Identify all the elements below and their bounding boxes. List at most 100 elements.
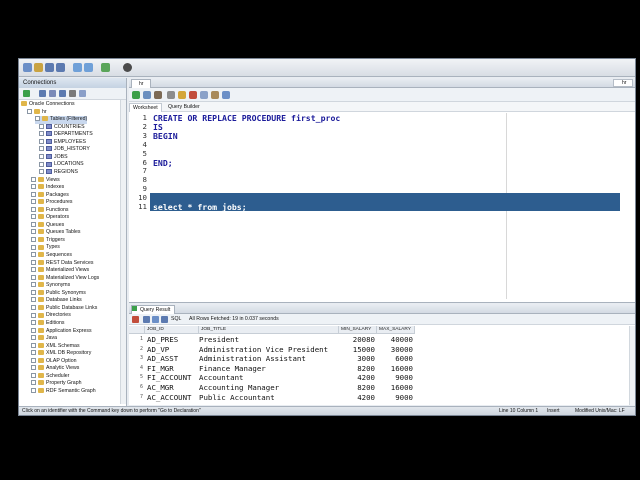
tree-item[interactable]: Public Database Links xyxy=(31,305,97,313)
open-icon[interactable] xyxy=(34,63,43,72)
expand-toggle-icon[interactable] xyxy=(35,116,40,122)
expand-toggle-icon[interactable] xyxy=(31,237,36,243)
table-row[interactable]: 5 FI_ACCOUNT Accountant 4200 9000 xyxy=(129,373,629,382)
expand-toggle-icon[interactable] xyxy=(31,350,36,356)
tree-item[interactable]: Procedures xyxy=(31,199,73,207)
expand-toggle-icon[interactable] xyxy=(31,206,36,212)
expand-toggle-icon[interactable] xyxy=(31,297,36,303)
print-icon[interactable] xyxy=(143,316,150,323)
code-line[interactable]: END; xyxy=(153,158,173,168)
column-header-job-title[interactable]: JOB_TITLE xyxy=(199,326,339,334)
table-row[interactable]: 2 AD_VP Administration Vice President 15000… xyxy=(129,345,629,354)
history-icon[interactable] xyxy=(222,91,230,99)
tree-item[interactable]: DEPARTMENTS xyxy=(39,131,93,139)
tree-item[interactable]: REGIONS xyxy=(39,169,78,177)
tree-item[interactable]: Types xyxy=(31,244,60,252)
tree-item[interactable]: XML DB Repository xyxy=(31,350,91,358)
expand-toggle-icon[interactable] xyxy=(31,252,36,258)
tree-item[interactable]: Analytic Views xyxy=(31,365,79,373)
explain-plan-icon[interactable] xyxy=(167,91,175,99)
tree-item[interactable]: XML Schemas xyxy=(31,343,80,351)
table-row[interactable]: 6 AC_MGR Accounting Manager 8200 16000 xyxy=(129,383,629,392)
tree-item[interactable]: Sequences xyxy=(31,252,72,260)
rollback-icon[interactable] xyxy=(189,91,197,99)
tab-worksheet[interactable]: Worksheet xyxy=(129,103,162,112)
connections-scrollbar[interactable] xyxy=(120,100,126,404)
tree-item[interactable]: Database Links xyxy=(31,297,82,305)
expand-toggle-icon[interactable] xyxy=(31,304,36,310)
schema-icon[interactable] xyxy=(49,90,56,97)
back-icon[interactable] xyxy=(73,63,82,72)
expand-toggle-icon[interactable] xyxy=(31,199,36,205)
tree-item[interactable]: Tables (Filtered) xyxy=(35,116,88,124)
expand-toggle-icon[interactable] xyxy=(31,191,36,197)
run-icon[interactable] xyxy=(101,63,110,72)
tree-item[interactable]: Synonyms xyxy=(31,282,70,290)
column-header-job-id[interactable]: JOB_ID xyxy=(145,326,199,334)
expand-toggle-icon[interactable] xyxy=(39,123,44,129)
tree-item[interactable]: hr xyxy=(27,109,47,117)
code-area[interactable]: 1 2 3 4 5 6 7 8 9 10 11 CREATE OR REPLACE PROCEDUR… xyxy=(129,113,635,299)
pin-icon[interactable] xyxy=(132,316,139,323)
expand-toggle-icon[interactable] xyxy=(31,274,36,280)
tree-item[interactable]: Public Synonyms xyxy=(31,290,86,298)
tree-item[interactable]: COUNTRIES xyxy=(39,124,85,132)
expand-toggle-icon[interactable] xyxy=(31,289,36,295)
add-connection-icon[interactable] xyxy=(23,90,30,97)
autotrace-icon[interactable] xyxy=(154,91,162,99)
expand-toggle-icon[interactable] xyxy=(39,169,44,175)
result-scrollbar[interactable] xyxy=(629,326,635,405)
expand-toggle-icon[interactable] xyxy=(31,244,36,250)
table-row[interactable]: 1 AD_PRES President 20080 40000 xyxy=(129,335,629,344)
expand-toggle-icon[interactable] xyxy=(31,282,36,288)
refresh-icon[interactable] xyxy=(39,90,46,97)
expand-toggle-icon[interactable] xyxy=(31,357,36,363)
tree-item[interactable]: Scheduler xyxy=(31,373,69,381)
tree-item[interactable]: Indexes xyxy=(31,184,64,192)
expand-toggle-icon[interactable] xyxy=(31,320,36,326)
bug-icon[interactable] xyxy=(123,63,132,72)
tree-item[interactable]: RDF Semantic Graph xyxy=(31,388,96,396)
tree-item[interactable]: Views xyxy=(31,177,60,185)
expand-toggle-icon[interactable] xyxy=(31,342,36,348)
save-icon[interactable] xyxy=(45,63,54,72)
expand-toggle-icon[interactable] xyxy=(31,267,36,273)
code-line[interactable]: BEGIN xyxy=(153,131,178,141)
tree-item[interactable]: Materialized Views xyxy=(31,267,89,275)
tree-item[interactable]: OLAP Option xyxy=(31,358,76,366)
tree-item[interactable]: Packages xyxy=(31,192,69,200)
expand-toggle-icon[interactable] xyxy=(31,388,36,394)
expand-toggle-icon[interactable] xyxy=(31,372,36,378)
table-row[interactable]: 3 AD_ASST Administration Assistant 3000 6000 xyxy=(129,354,629,363)
table-row[interactable]: 7 AC_ACCOUNT Public Accountant 4200 9000 xyxy=(129,393,629,402)
export-icon[interactable] xyxy=(161,316,168,323)
expand-toggle-icon[interactable] xyxy=(31,221,36,227)
result-grid[interactable]: JOB_ID JOB_TITLE MIN_SALARY MAX_SALARY 1… xyxy=(129,326,629,405)
tab-query-result[interactable]: Query Result xyxy=(131,305,176,314)
code-line[interactable]: CREATE OR REPLACE PROCEDURE first_proc xyxy=(153,113,340,123)
expand-toggle-icon[interactable] xyxy=(31,184,36,190)
save-all-icon[interactable] xyxy=(56,63,65,72)
tree-item[interactable]: Materialized View Logs xyxy=(31,275,99,283)
tree-item[interactable]: Property Graph xyxy=(31,380,81,388)
forward-icon[interactable] xyxy=(84,63,93,72)
tree-item[interactable]: Editions xyxy=(31,320,64,328)
tree-item[interactable]: JOB_HISTORY xyxy=(39,146,90,154)
format-icon[interactable] xyxy=(200,91,208,99)
table-row[interactable]: 4 FI_MGR Finance Manager 8200 16000 xyxy=(129,364,629,373)
connection-selector[interactable]: hr xyxy=(613,79,633,87)
expand-toggle-icon[interactable] xyxy=(39,146,44,152)
tree-item[interactable]: Functions xyxy=(31,207,69,215)
refresh-result-icon[interactable] xyxy=(152,316,159,323)
tree-item[interactable]: REST Data Services xyxy=(31,260,93,268)
sql-button[interactable]: SQL xyxy=(171,314,181,325)
expand-toggle-icon[interactable] xyxy=(31,176,36,182)
tree-item[interactable]: LOCATIONS xyxy=(39,161,84,169)
filter-icon[interactable] xyxy=(59,90,66,97)
tree-item[interactable]: Java xyxy=(31,335,57,343)
expand-toggle-icon[interactable] xyxy=(31,214,36,220)
column-header-min-salary[interactable]: MIN_SALARY xyxy=(339,326,377,334)
expand-toggle-icon[interactable] xyxy=(31,312,36,318)
code-line[interactable]: select * from jobs; xyxy=(153,202,247,212)
run-script-icon[interactable] xyxy=(143,91,151,99)
